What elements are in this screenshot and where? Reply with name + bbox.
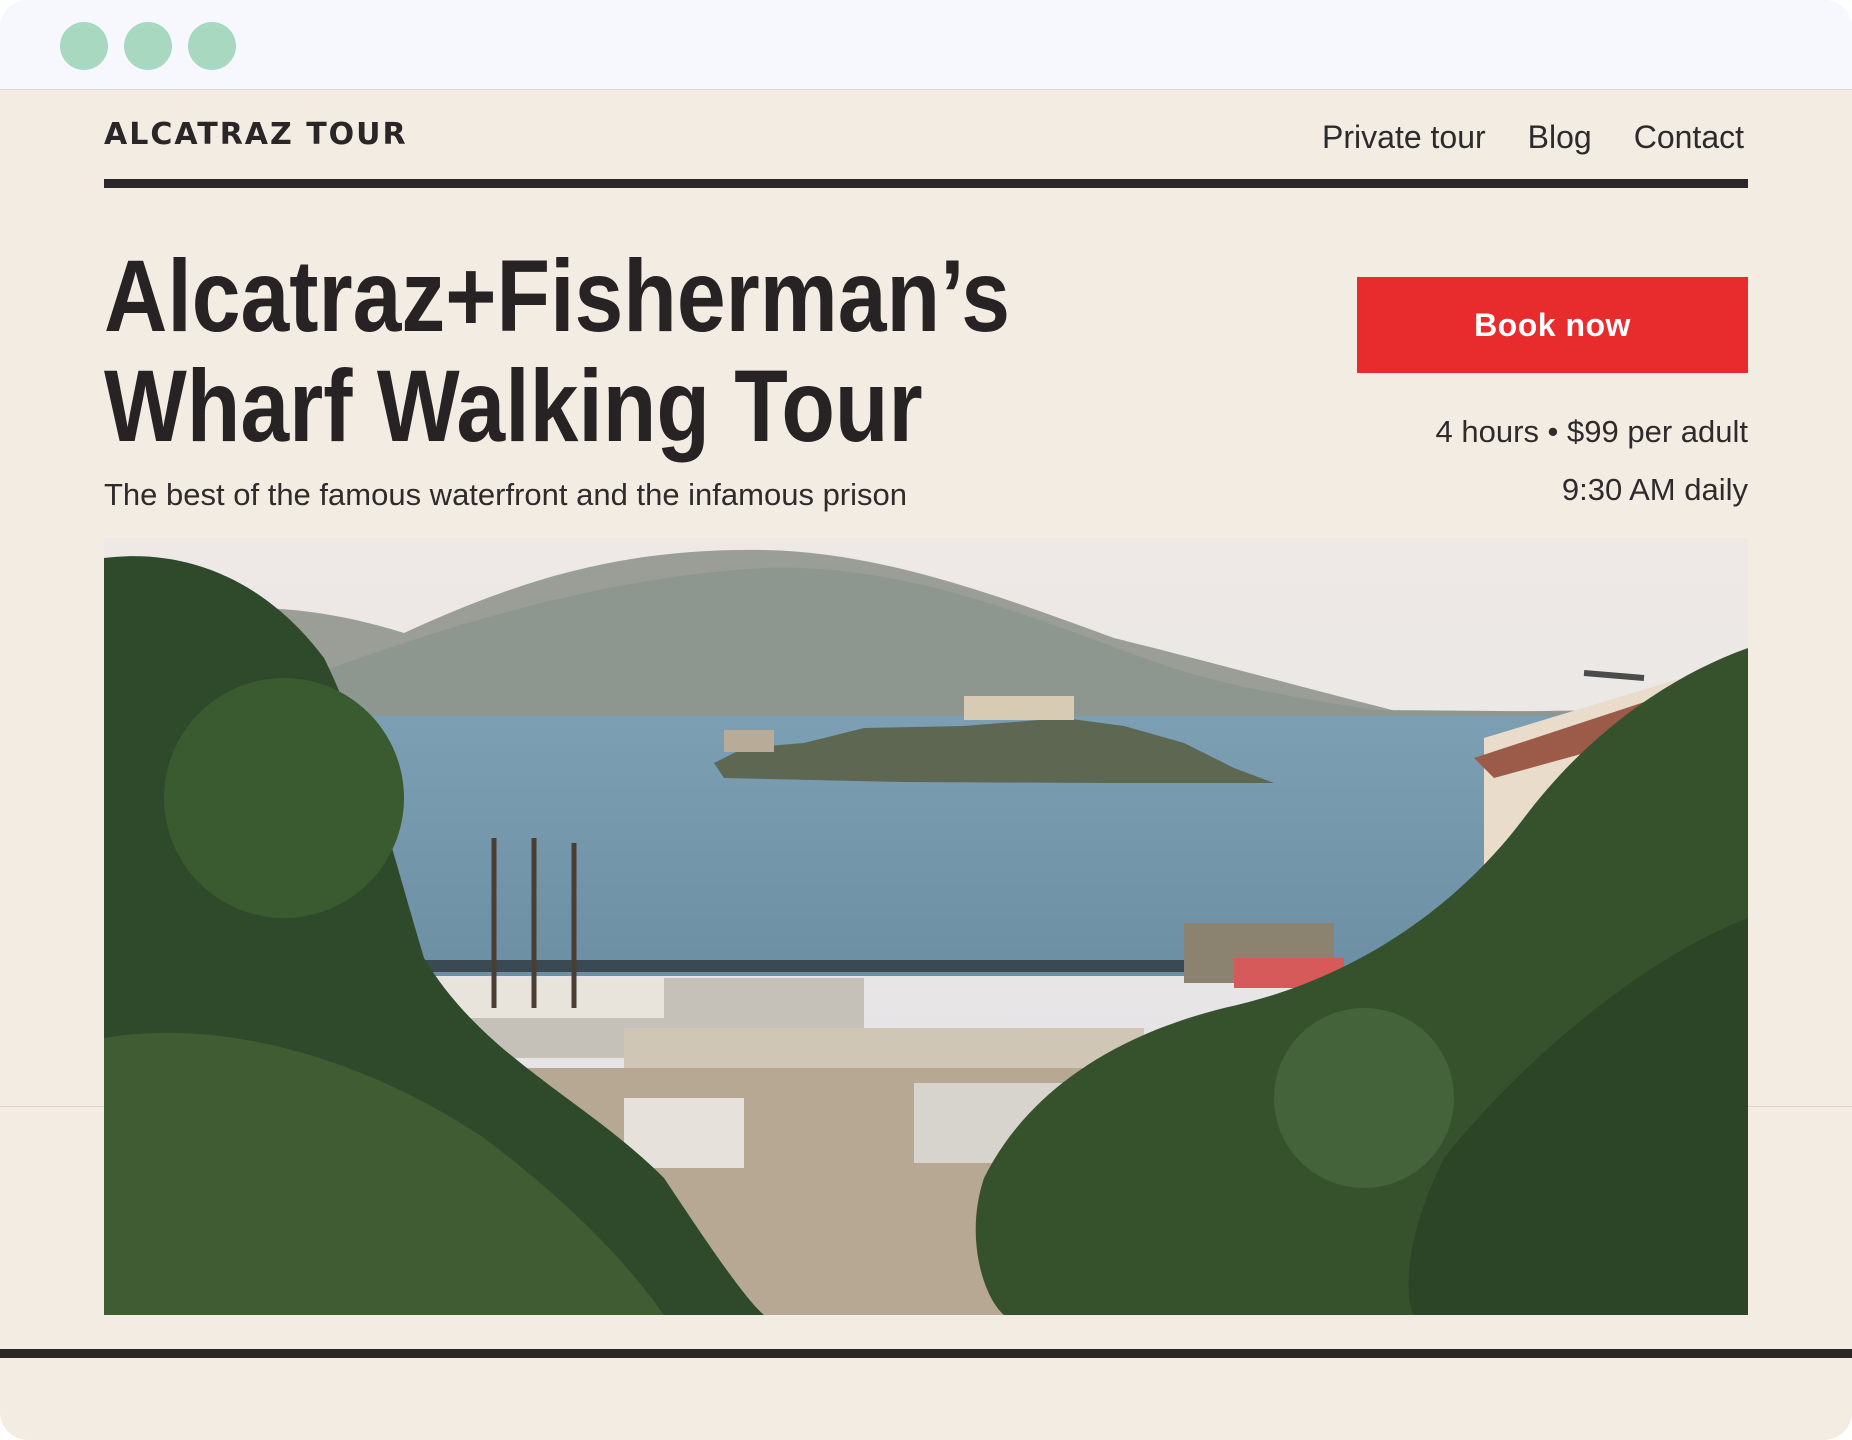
duration-price: 4 hours • $99 per adult bbox=[1435, 414, 1748, 449]
window-minimize-dot[interactable] bbox=[124, 22, 172, 70]
footer-divider bbox=[0, 1349, 1852, 1358]
title-line-1: Alcatraz+Fisherman’s bbox=[104, 239, 1011, 353]
page-subtitle: The best of the famous waterfront and th… bbox=[104, 477, 908, 512]
schedule-text: 9:30 AM daily bbox=[1561, 472, 1748, 507]
page: ALCATRAZ TOUR Private tour Blog Contact … bbox=[0, 91, 1852, 1440]
nav-private-tour[interactable]: Private tour bbox=[1322, 119, 1486, 156]
tree-canopy bbox=[1274, 1008, 1454, 1188]
nav-blog[interactable]: Blog bbox=[1528, 119, 1592, 156]
book-now-button[interactable]: Book now bbox=[1357, 277, 1748, 373]
title-line-2: Wharf Walking Tour bbox=[104, 349, 923, 463]
window-maximize-dot[interactable] bbox=[188, 22, 236, 70]
nav-contact[interactable]: Contact bbox=[1634, 119, 1744, 156]
main-nav: Private tour Blog Contact bbox=[1322, 119, 1744, 156]
hero-photo bbox=[104, 538, 1748, 1315]
header-divider bbox=[104, 179, 1748, 188]
tree-canopy bbox=[164, 678, 404, 918]
island-building bbox=[724, 730, 774, 752]
browser-window: ALCATRAZ TOUR Private tour Blog Contact … bbox=[0, 0, 1852, 1440]
prison-building bbox=[964, 696, 1074, 720]
site-logo[interactable]: ALCATRAZ TOUR bbox=[104, 117, 408, 152]
hero-image bbox=[104, 538, 1748, 1315]
decorative-line bbox=[0, 1106, 104, 1107]
window-close-dot[interactable] bbox=[60, 22, 108, 70]
window-titlebar bbox=[0, 0, 1852, 90]
ship-hull bbox=[434, 978, 664, 1018]
decorative-line bbox=[1748, 1106, 1852, 1107]
page-title: Alcatraz+Fisherman’s Wharf Walking Tour bbox=[104, 241, 1050, 461]
